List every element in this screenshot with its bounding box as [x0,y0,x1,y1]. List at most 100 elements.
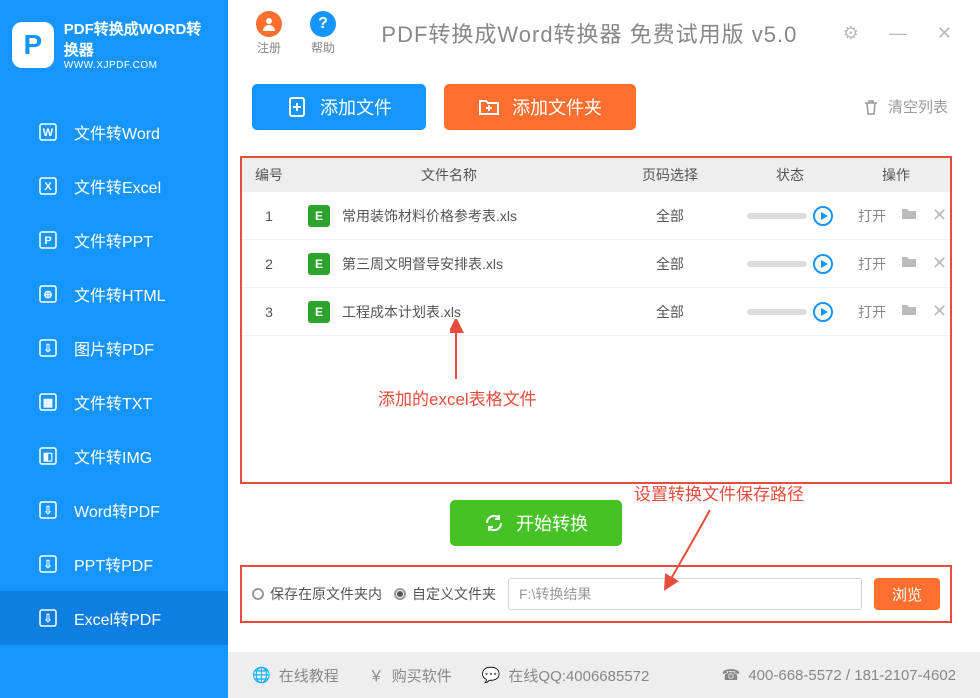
svg-text:◧: ◧ [43,451,53,463]
phone-info: ☎ 400-668-5572 / 181-2107-4602 [722,666,956,684]
cell-status [738,254,842,274]
table-header: 编号 文件名称 页码选择 状态 操作 [242,158,950,192]
cell-action: 打开 ✕ [842,252,950,275]
nav-icon: W [38,122,58,142]
open-link[interactable]: 打开 [858,206,886,226]
sidebar-item-7[interactable]: ⇩ Word转PDF [0,483,228,537]
sidebar-item-5[interactable]: ▦ 文件转TXT [0,375,228,429]
annotation-save-path: 设置转换文件保存路径 [634,480,804,505]
cell-page[interactable]: 全部 [602,254,738,274]
sidebar-item-4[interactable]: ⇩ 图片转PDF [0,321,228,375]
globe-icon: 🌐 [252,666,271,684]
file-name: 第三周文明督导安排表.xls [342,254,503,274]
table-row: 3 E 工程成本计划表.xls 全部 打开 ✕ [242,288,950,336]
svg-text:W: W [43,127,54,139]
svg-text:⇩: ⇩ [43,505,52,517]
col-num: 编号 [242,165,296,185]
tutorial-link[interactable]: 🌐 在线教程 [252,665,339,686]
clear-list-button[interactable]: 清空列表 [862,96,948,117]
nav-icon: P [38,230,58,250]
nav-icon: X [38,176,58,196]
nav-icon: ⇩ [38,338,58,358]
folder-plus-icon [478,96,500,118]
nav-label: 文件转Word [74,120,160,144]
qq-link[interactable]: 💬 在线QQ:4006685572 [482,665,650,686]
col-name: 文件名称 [296,165,602,185]
cell-page[interactable]: 全部 [602,302,738,322]
col-page: 页码选择 [602,165,738,185]
sidebar-item-3[interactable]: ⊕ 文件转HTML [0,267,228,321]
app-title: PDF转换成Word转换器 免费试用版 v5.0 [336,17,843,49]
folder-icon[interactable] [900,204,918,227]
logo-icon: P [12,22,54,68]
annotation-arrow-2 [660,506,720,592]
start-convert-button[interactable]: 开始转换 [450,500,622,546]
nav-icon: ▦ [38,392,58,412]
window-controls: ⚙ — ✕ [843,23,952,44]
svg-text:▦: ▦ [43,397,53,409]
cell-status [738,206,842,226]
buy-link[interactable]: ￥ 购买软件 [369,665,452,686]
file-name: 工程成本计划表.xls [342,302,461,322]
progress-bar [747,213,807,219]
nav-label: Word转PDF [74,498,160,522]
cell-page[interactable]: 全部 [602,206,738,226]
radio-icon [252,588,264,600]
remove-icon[interactable]: ✕ [932,301,947,322]
cell-name: E 常用装饰材料价格参考表.xls [296,205,602,227]
sidebar-item-8[interactable]: ⇩ PPT转PDF [0,537,228,591]
browse-button[interactable]: 浏览 [874,578,940,610]
nav-label: 图片转PDF [74,336,154,360]
minimize-icon[interactable]: — [889,23,907,44]
nav-label: PPT转PDF [74,552,153,576]
radio-original-folder[interactable]: 保存在原文件夹内 [252,584,382,604]
play-icon[interactable] [813,206,833,226]
excel-icon: E [308,205,330,227]
cell-num: 2 [242,256,296,272]
sidebar-item-6[interactable]: ◧ 文件转IMG [0,429,228,483]
folder-icon[interactable] [900,252,918,275]
sidebar-item-9[interactable]: ⇩ Excel转PDF [0,591,228,645]
sidebar-item-0[interactable]: W 文件转Word [0,105,228,159]
play-icon[interactable] [813,302,833,322]
remove-icon[interactable]: ✕ [932,205,947,226]
settings-icon[interactable]: ⚙ [843,23,859,44]
nav-label: 文件转HTML [74,282,166,306]
svg-text:X: X [44,181,52,193]
table-row: 1 E 常用装饰材料价格参考表.xls 全部 打开 ✕ [242,192,950,240]
sidebar-item-1[interactable]: X 文件转Excel [0,159,228,213]
open-link[interactable]: 打开 [858,254,886,274]
excel-icon: E [308,253,330,275]
table-body: 1 E 常用装饰材料价格参考表.xls 全部 打开 ✕ 2 E 第三周文明督导安… [242,192,950,336]
progress-bar [747,309,807,315]
logo-subtitle: WWW.XJPDF.COM [64,60,216,71]
svg-text:⇩: ⇩ [43,559,52,571]
add-file-button[interactable]: 添加文件 [252,84,426,130]
add-folder-button[interactable]: 添加文件夹 [444,84,636,130]
cell-action: 打开 ✕ [842,204,950,227]
table-empty-area [242,336,950,482]
convert-section: 开始转换 [450,500,622,546]
sidebar-item-2[interactable]: P 文件转PPT [0,213,228,267]
nav-label: 文件转PPT [74,228,153,252]
logo-title: PDF转换成WORD转换器 [64,18,216,60]
nav-icon: ⊕ [38,284,58,304]
radio-icon [394,588,406,600]
nav-label: 文件转Excel [74,174,161,198]
help-button[interactable]: ? 帮助 [310,11,336,56]
toolbar: 添加文件 添加文件夹 [252,84,636,130]
folder-icon[interactable] [900,300,918,323]
svg-text:⊕: ⊕ [43,289,52,301]
radio-custom-folder[interactable]: 自定义文件夹 [394,584,496,604]
close-window-icon[interactable]: ✕ [937,23,952,44]
phone-icon: ☎ [722,666,741,684]
play-icon[interactable] [813,254,833,274]
open-link[interactable]: 打开 [858,302,886,322]
nav-icon: ⇩ [38,554,58,574]
remove-icon[interactable]: ✕ [932,253,947,274]
user-icon [256,11,282,37]
file-plus-icon [286,96,308,118]
register-button[interactable]: 注册 [256,11,282,56]
trash-icon [862,98,880,116]
cell-action: 打开 ✕ [842,300,950,323]
